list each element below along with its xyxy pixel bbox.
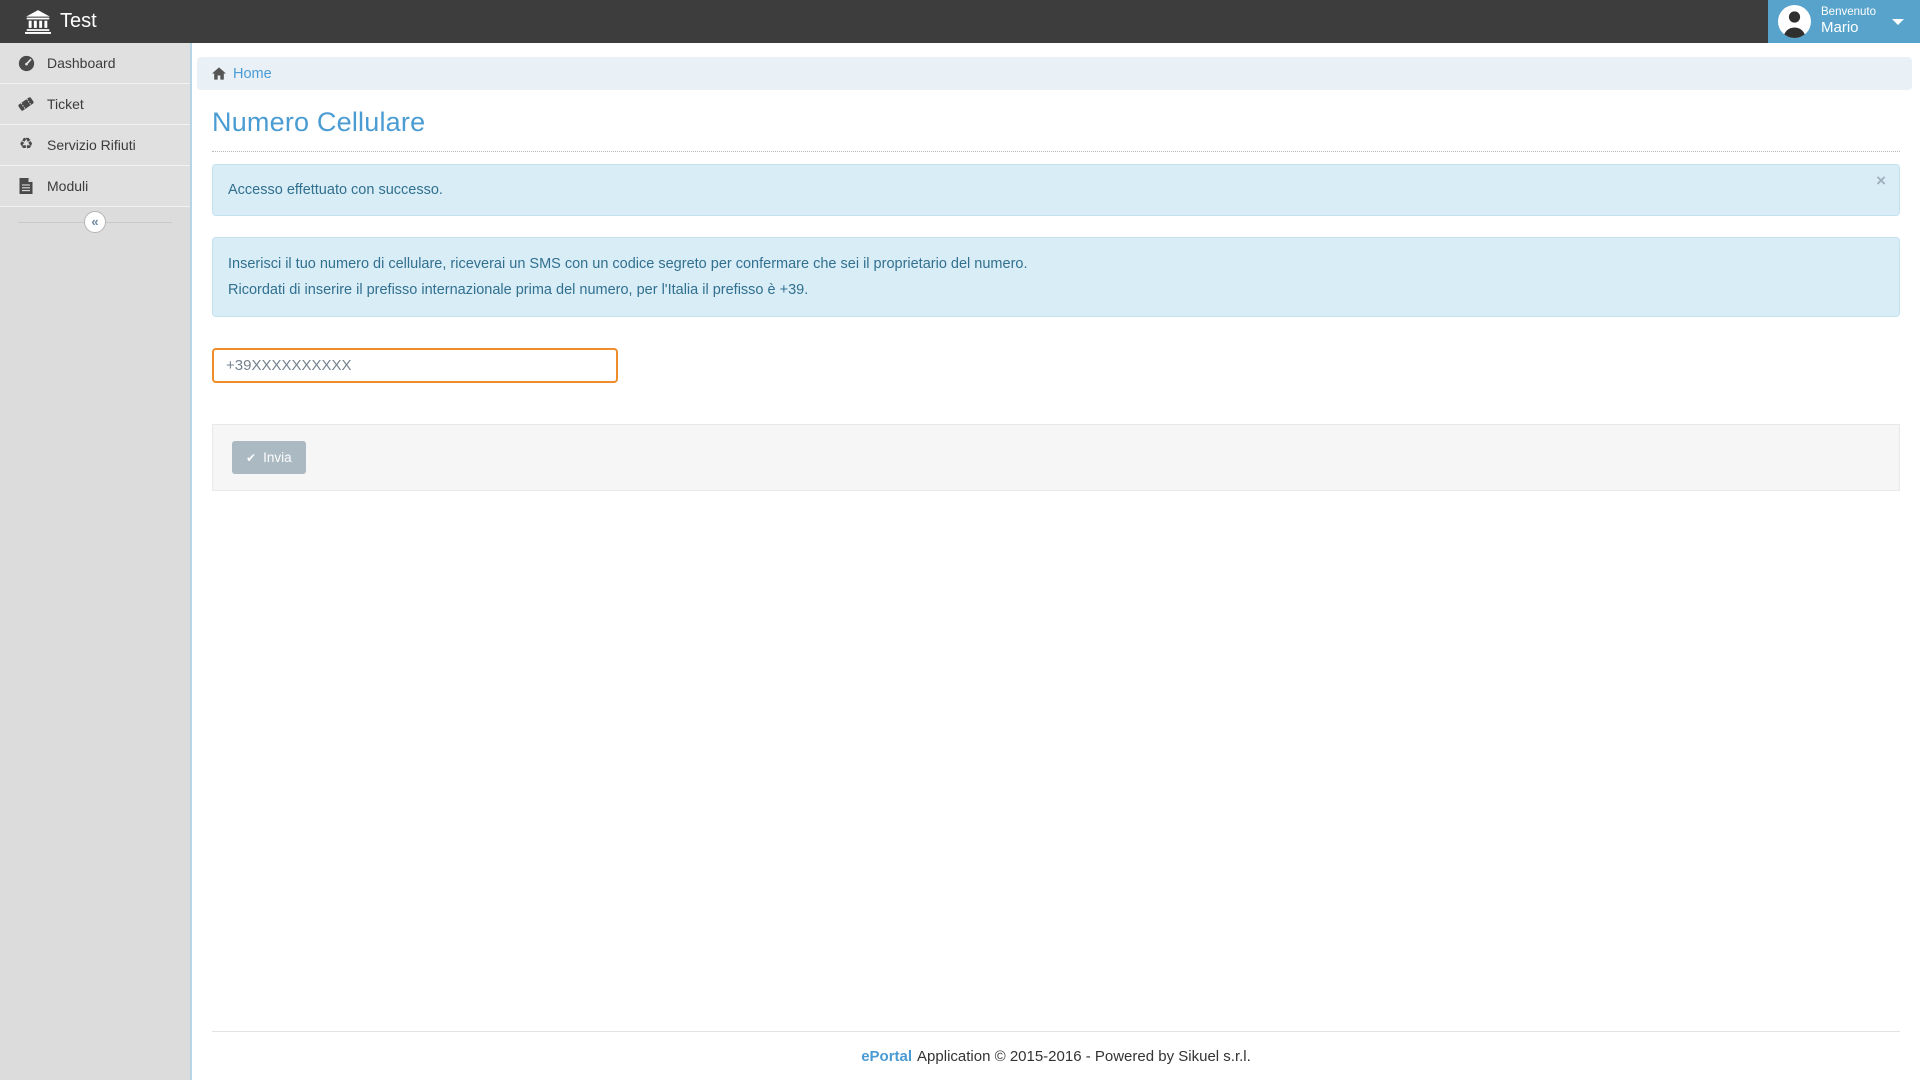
sidebar-item-ticket[interactable]: Ticket <box>0 84 190 125</box>
sidebar-collapse-row: « <box>0 208 190 236</box>
chevron-down-icon <box>1892 19 1904 25</box>
submit-button-label: Invia <box>263 450 292 465</box>
sidebar-menu: Dashboard Ticket ♻ Servizio Rifiuti <box>0 43 190 207</box>
check-icon: ✔ <box>246 452 256 464</box>
sidebar-item-label: Moduli <box>47 178 88 194</box>
footer-brand-link[interactable]: ePortal <box>861 1048 912 1065</box>
dashboard-gauge-icon <box>17 55 35 72</box>
sidebar: Dashboard Ticket ♻ Servizio Rifiuti <box>0 43 190 1080</box>
user-name: Mario <box>1821 19 1876 36</box>
recycle-icon: ♻ <box>17 137 35 153</box>
brand-label: Test <box>60 10 97 33</box>
breadcrumb: Home <box>197 57 1912 90</box>
sidebar-item-label: Servizio Rifiuti <box>47 137 136 153</box>
sidebar-item-servizio-rifiuti[interactable]: ♻ Servizio Rifiuti <box>0 125 190 166</box>
document-icon <box>17 178 35 194</box>
top-navbar: Test Benvenuto Mario <box>0 0 1920 43</box>
success-alert: Accesso effettuato con successo. × <box>212 164 1900 216</box>
footer-text: Application © 2015-2016 - Powered by Sik… <box>917 1048 1251 1065</box>
sidebar-collapse-button[interactable]: « <box>84 211 106 233</box>
submit-button[interactable]: ✔ Invia <box>232 441 306 474</box>
phone-number-input[interactable] <box>212 348 618 383</box>
sidebar-item-dashboard[interactable]: Dashboard <box>0 43 190 84</box>
user-text: Benvenuto Mario <box>1821 6 1876 36</box>
bank-icon <box>25 10 51 34</box>
page-title: Numero Cellulare <box>212 107 1900 138</box>
breadcrumb-home-link[interactable]: Home <box>233 66 272 82</box>
sidebar-item-label: Dashboard <box>47 55 116 71</box>
ticket-icon <box>17 96 35 112</box>
user-avatar-icon <box>1778 5 1811 38</box>
sidebar-item-moduli[interactable]: Moduli <box>0 166 190 207</box>
brand-link[interactable]: Test <box>0 10 97 34</box>
page-header: Numero Cellulare <box>212 90 1900 152</box>
main-content: Home Numero Cellulare Accesso effettuato… <box>190 43 1920 1080</box>
instructions-line-2: Ricordati di inserire il prefisso intern… <box>228 277 1884 303</box>
close-icon[interactable]: × <box>1876 172 1886 189</box>
title-divider <box>212 151 1900 152</box>
user-greeting: Benvenuto <box>1821 6 1876 19</box>
page-footer: ePortal Application © 2015-2016 - Powere… <box>212 1031 1900 1080</box>
sidebar-item-label: Ticket <box>47 96 84 112</box>
user-menu[interactable]: Benvenuto Mario <box>1768 0 1920 43</box>
home-icon <box>212 67 226 80</box>
app-window: Test Benvenuto Mario <box>0 0 1920 1080</box>
alert-text: Accesso effettuato con successo. <box>228 182 443 198</box>
instructions-box: Inserisci il tuo numero di cellulare, ri… <box>212 237 1900 317</box>
instructions-line-1: Inserisci il tuo numero di cellulare, ri… <box>228 251 1884 277</box>
submit-panel: ✔ Invia <box>212 424 1900 491</box>
